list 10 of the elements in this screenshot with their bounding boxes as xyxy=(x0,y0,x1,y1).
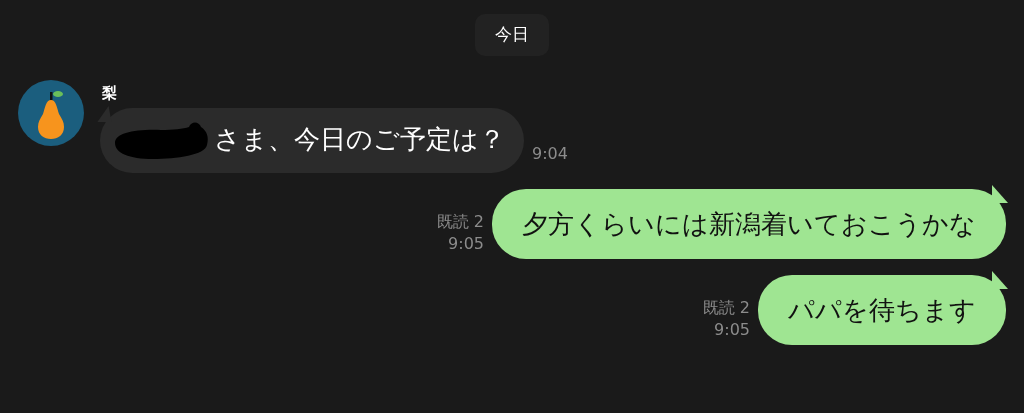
message-time: 9:05 xyxy=(713,318,750,341)
message-time: 9:05 xyxy=(447,232,484,255)
read-receipt: 既読 2 xyxy=(702,296,750,319)
message-time: 9:04 xyxy=(532,142,568,165)
message-bubble: 夕方くらいには新潟着いておこうかな xyxy=(492,188,1006,259)
message-bubble: パパを待ちます xyxy=(758,274,1006,345)
pear-avatar-icon[interactable] xyxy=(18,79,84,146)
date-separator: 今日 xyxy=(475,14,549,56)
sender-name: 梨 xyxy=(102,82,118,104)
read-receipt: 既読 2 xyxy=(436,210,484,233)
